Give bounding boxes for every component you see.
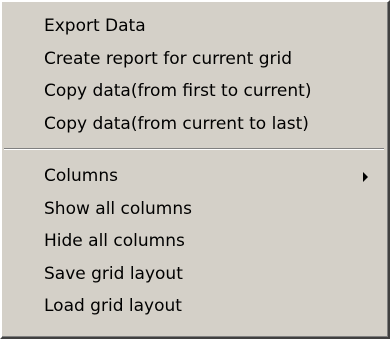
menu-separator: [2, 140, 388, 160]
menu-item-label: Copy data(from current to last): [44, 113, 309, 134]
menu-item-copy-current-to-last[interactable]: Copy data(from current to last): [2, 108, 388, 141]
menu-item-label: Hide all columns: [44, 231, 185, 251]
context-menu: Export Data Create report for current gr…: [0, 0, 390, 339]
menu-item-columns[interactable]: Columns: [2, 160, 388, 193]
menu-item-export-data[interactable]: Export Data: [2, 10, 388, 43]
menu-item-load-grid-layout[interactable]: Load grid layout: [2, 290, 388, 323]
menu-item-label: Create report for current grid: [44, 48, 293, 69]
menu-item-show-all-columns[interactable]: Show all columns: [2, 193, 388, 226]
menu-item-create-report[interactable]: Create report for current grid: [2, 43, 388, 76]
menu-item-label: Copy data(from first to current): [44, 81, 312, 101]
menu-list: Export Data Create report for current gr…: [2, 10, 388, 323]
menu-item-label: Show all columns: [44, 198, 192, 219]
menu-item-label: Load grid layout: [44, 296, 182, 316]
menu-item-label: Export Data: [44, 16, 146, 36]
menu-item-label: Save grid layout: [44, 263, 183, 284]
triangle-right-icon: [363, 172, 368, 182]
menu-item-hide-all-columns[interactable]: Hide all columns: [2, 225, 388, 258]
menu-item-save-grid-layout[interactable]: Save grid layout: [2, 258, 388, 291]
menu-item-label: Columns: [44, 166, 118, 186]
menu-item-copy-first-to-current[interactable]: Copy data(from first to current): [2, 75, 388, 108]
